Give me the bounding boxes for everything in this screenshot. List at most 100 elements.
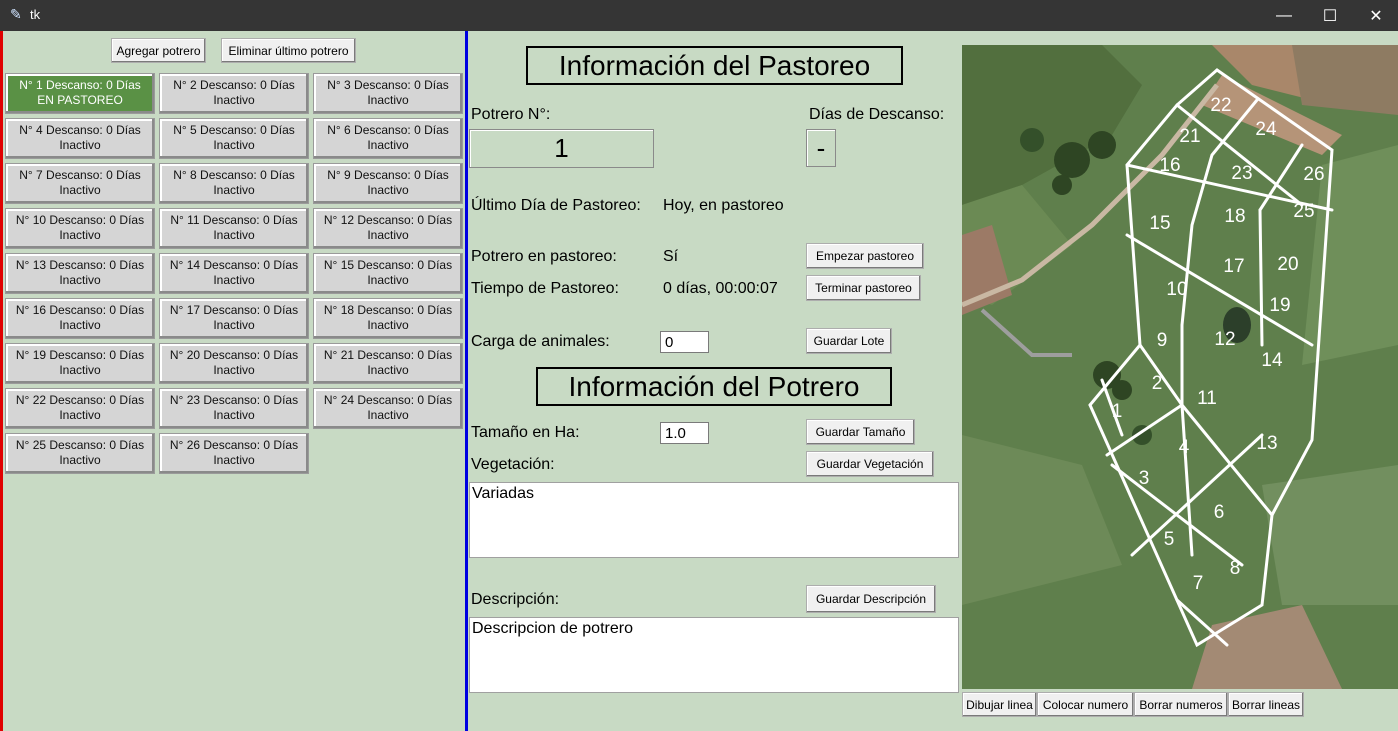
paddock-number-display: 1: [469, 129, 654, 168]
paddock-button[interactable]: N° 8 Descanso: 0 Días Inactivo: [159, 163, 309, 204]
map-paddock-number: 10: [1166, 279, 1188, 300]
save-description-button[interactable]: Guardar Descripción: [806, 585, 936, 613]
paddock-status-text: Inactivo: [367, 273, 409, 287]
paddock-button[interactable]: N° 22 Descanso: 0 Días Inactivo: [5, 388, 155, 429]
paddock-button[interactable]: N° 2 Descanso: 0 Días Inactivo: [159, 73, 309, 114]
remove-last-paddock-button[interactable]: Eliminar último potrero: [221, 38, 356, 63]
paddock-button[interactable]: N° 18 Descanso: 0 Días Inactivo: [313, 298, 463, 339]
rest-days-display: -: [806, 129, 836, 167]
paddock-number-label: Potrero N°:: [471, 106, 551, 123]
paddock-button[interactable]: N° 13 Descanso: 0 Días Inactivo: [5, 253, 155, 294]
paddock-rest-text: N° 6 Descanso: 0 Días: [327, 123, 449, 137]
vegetation-label: Vegetación:: [471, 456, 555, 473]
minimize-button[interactable]: —: [1261, 0, 1307, 31]
paddock-status-text: Inactivo: [213, 228, 255, 242]
paddock-button[interactable]: N° 6 Descanso: 0 Días Inactivo: [313, 118, 463, 159]
map-paddock-number: 25: [1293, 201, 1315, 222]
paddock-rest-text: N° 19 Descanso: 0 Días: [15, 348, 145, 362]
map-paddock-number: 18: [1224, 206, 1246, 227]
paddock-button[interactable]: N° 23 Descanso: 0 Días Inactivo: [159, 388, 309, 429]
paddock-button[interactable]: N° 10 Descanso: 0 Días Inactivo: [5, 208, 155, 249]
paddock-rest-text: N° 5 Descanso: 0 Días: [173, 123, 295, 137]
paddock-button[interactable]: N° 21 Descanso: 0 Días Inactivo: [313, 343, 463, 384]
panel-divider: [465, 31, 468, 731]
paddock-button[interactable]: N° 16 Descanso: 0 Días Inactivo: [5, 298, 155, 339]
paddock-rest-text: N° 7 Descanso: 0 Días: [19, 168, 141, 182]
paddock-button[interactable]: N° 20 Descanso: 0 Días Inactivo: [159, 343, 309, 384]
paddock-button[interactable]: N° 7 Descanso: 0 Días Inactivo: [5, 163, 155, 204]
paddock-button[interactable]: N° 14 Descanso: 0 Días Inactivo: [159, 253, 309, 294]
paddock-button[interactable]: N° 17 Descanso: 0 Días Inactivo: [159, 298, 309, 339]
place-number-button[interactable]: Colocar numero: [1037, 692, 1134, 717]
paddock-info-title: Información del Potrero: [536, 367, 892, 406]
clear-lines-button[interactable]: Borrar lineas: [1228, 692, 1304, 717]
grazing-time-value: 0 días, 00:00:07: [663, 280, 778, 297]
paddock-button[interactable]: N° 3 Descanso: 0 Días Inactivo: [313, 73, 463, 114]
map-paddock-number: 3: [1138, 468, 1150, 489]
paddock-status-text: Inactivo: [59, 228, 101, 242]
close-button[interactable]: ✕: [1353, 0, 1398, 31]
paddock-rest-text: N° 16 Descanso: 0 Días: [15, 303, 145, 317]
paddock-status-text: Inactivo: [59, 408, 101, 422]
paddock-status-text: Inactivo: [367, 228, 409, 242]
paddock-rest-text: N° 12 Descanso: 0 Días: [323, 213, 453, 227]
description-textarea[interactable]: Descripcion de potrero: [469, 617, 959, 693]
paddock-button[interactable]: N° 24 Descanso: 0 Días Inactivo: [313, 388, 463, 429]
paddock-rest-text: N° 11 Descanso: 0 Días: [170, 213, 298, 227]
map-paddock-number: 23: [1231, 163, 1253, 184]
paddock-status-text: Inactivo: [213, 318, 255, 332]
paddock-status-text: Inactivo: [213, 273, 255, 287]
paddock-rest-text: N° 13 Descanso: 0 Días: [15, 258, 145, 272]
map-paddock-number: 7: [1192, 573, 1204, 594]
paddock-rest-text: N° 3 Descanso: 0 Días: [327, 78, 449, 92]
paddock-rest-text: N° 4 Descanso: 0 Días: [19, 123, 141, 137]
paddock-status-text: Inactivo: [367, 138, 409, 152]
paddock-button[interactable]: N° 9 Descanso: 0 Días Inactivo: [313, 163, 463, 204]
save-lot-button[interactable]: Guardar Lote: [806, 328, 892, 354]
window-title: tk: [30, 7, 41, 22]
paddock-rest-text: N° 25 Descanso: 0 Días: [15, 438, 145, 452]
paddock-status-text: Inactivo: [367, 408, 409, 422]
paddock-button[interactable]: N° 12 Descanso: 0 Días Inactivo: [313, 208, 463, 249]
title-bar: ✎ tk — ☐ ✕: [0, 0, 1398, 31]
paddock-rest-text: N° 18 Descanso: 0 Días: [323, 303, 453, 317]
paddock-status-text: Inactivo: [367, 363, 409, 377]
map-paddock-number: 9: [1156, 330, 1168, 351]
last-grazing-day-label: Último Día de Pastoreo:: [471, 197, 641, 214]
paddock-button[interactable]: N° 15 Descanso: 0 Días Inactivo: [313, 253, 463, 294]
paddock-button[interactable]: N° 5 Descanso: 0 Días Inactivo: [159, 118, 309, 159]
maximize-button[interactable]: ☐: [1307, 0, 1353, 31]
map-paddock-number: 24: [1255, 119, 1277, 140]
map-paddock-number: 15: [1149, 213, 1171, 234]
paddock-button[interactable]: N° 4 Descanso: 0 Días Inactivo: [5, 118, 155, 159]
vegetation-textarea[interactable]: Variadas: [469, 482, 959, 558]
paddock-button[interactable]: N° 25 Descanso: 0 Días Inactivo: [5, 433, 155, 474]
paddock-rest-text: N° 22 Descanso: 0 Días: [15, 393, 145, 407]
paddock-button[interactable]: N° 1 Descanso: 0 Días EN PASTOREO: [5, 73, 155, 114]
animal-load-label: Carga de animales:: [471, 333, 610, 350]
map-paddock-number: 6: [1213, 502, 1225, 523]
paddock-button[interactable]: N° 26 Descanso: 0 Días Inactivo: [159, 433, 309, 474]
paddock-button[interactable]: N° 19 Descanso: 0 Días Inactivo: [5, 343, 155, 384]
paddock-rest-text: N° 9 Descanso: 0 Días: [327, 168, 449, 182]
save-size-button[interactable]: Guardar Tamaño: [806, 419, 915, 445]
map-paddock-number: 14: [1261, 350, 1283, 371]
save-vegetation-button[interactable]: Guardar Vegetación: [806, 451, 934, 477]
draw-line-button[interactable]: Dibujar linea: [962, 692, 1037, 717]
clear-numbers-button[interactable]: Borrar numeros: [1134, 692, 1228, 717]
end-grazing-button[interactable]: Terminar pastoreo: [806, 275, 921, 301]
paddock-status-text: Inactivo: [213, 453, 255, 467]
paddock-status-text: Inactivo: [59, 363, 101, 377]
paddock-button[interactable]: N° 11 Descanso: 0 Días Inactivo: [159, 208, 309, 249]
add-paddock-button[interactable]: Agregar potrero: [111, 38, 206, 63]
paddock-status-text: Inactivo: [367, 183, 409, 197]
map-paddock-number: 1: [1111, 401, 1123, 422]
rest-days-label: Días de Descanso:: [809, 106, 945, 123]
size-input[interactable]: [660, 422, 709, 444]
start-grazing-button[interactable]: Empezar pastoreo: [806, 243, 924, 269]
feather-icon: ✎: [10, 6, 22, 22]
paddock-rest-text: N° 26 Descanso: 0 Días: [169, 438, 299, 452]
farm-map-canvas[interactable]: 1 2 3 4 5 6 7 8 9 10 11 12 13 14 15 16 17 18 19 20 21 22 23 24 2…: [962, 45, 1398, 689]
animal-load-input[interactable]: [660, 331, 709, 353]
paddock-status-text: Inactivo: [213, 183, 255, 197]
